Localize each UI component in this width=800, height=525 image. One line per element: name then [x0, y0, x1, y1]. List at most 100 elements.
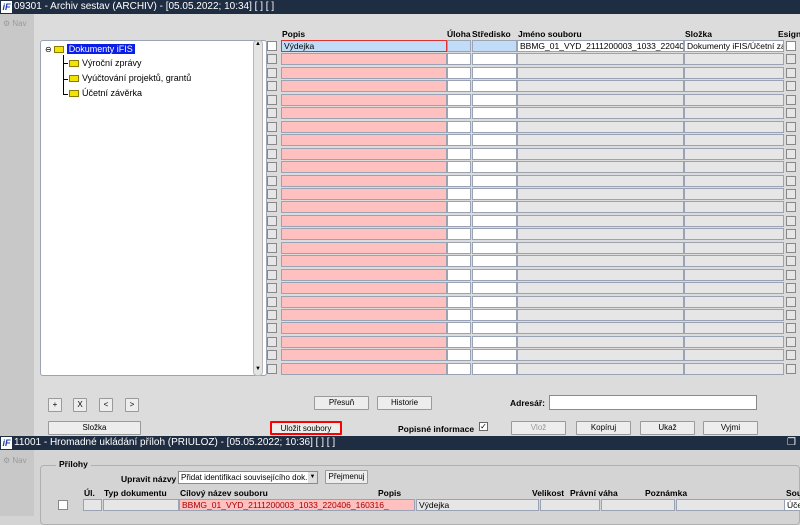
stredisko-cell[interactable]: [472, 174, 517, 187]
row-checkbox[interactable]: [267, 283, 277, 294]
row-checkbox[interactable]: [267, 296, 277, 307]
prejmenuj-button[interactable]: Přejmenuj: [325, 470, 368, 484]
priloha-row[interactable]: BBMG_01_VYD_2111200003_1033_220406_16031…: [46, 499, 800, 513]
slozka-cell[interactable]: [684, 214, 784, 227]
slozka-cell[interactable]: [684, 201, 784, 214]
jmeno-cell[interactable]: [517, 228, 684, 241]
jmeno-cell[interactable]: [517, 268, 684, 281]
presun-button[interactable]: Přesuň: [314, 396, 369, 410]
popis-cell[interactable]: [281, 349, 447, 362]
row-checkbox[interactable]: [267, 121, 277, 132]
stredisko-cell[interactable]: [472, 147, 517, 160]
stredisko-cell[interactable]: [472, 134, 517, 147]
esign-checkbox[interactable]: [786, 81, 796, 92]
slozka-cell[interactable]: [684, 120, 784, 133]
tree-item[interactable]: Výroční zprávy: [69, 58, 142, 68]
uloha-cell[interactable]: [447, 309, 471, 321]
uloha-cell[interactable]: [447, 295, 471, 308]
row-checkbox[interactable]: [267, 108, 277, 119]
adresar-input[interactable]: [549, 395, 757, 410]
table-row[interactable]: [265, 161, 800, 174]
uloha-cell[interactable]: [447, 228, 471, 241]
stredisko-cell[interactable]: [472, 255, 517, 268]
ulozit-soubory-button[interactable]: Uložit soubory: [270, 421, 342, 435]
row-checkbox[interactable]: [267, 67, 277, 78]
esign-checkbox[interactable]: [786, 162, 796, 173]
uloha-cell[interactable]: [447, 80, 471, 93]
cilovy-cell[interactable]: BBMG_01_VYD_2111200003_1033_220406_16031…: [179, 499, 415, 511]
uloha-cell[interactable]: [447, 349, 471, 362]
row-checkbox[interactable]: [267, 336, 277, 347]
uloha-cell[interactable]: [447, 268, 471, 281]
row-checkbox[interactable]: [267, 175, 277, 186]
table-row[interactable]: [265, 335, 800, 349]
row-checkbox[interactable]: [267, 148, 277, 159]
jmeno-cell[interactable]: [517, 335, 684, 348]
uloha-cell[interactable]: [447, 66, 471, 79]
jmeno-cell[interactable]: [517, 282, 684, 295]
kopiruj-button[interactable]: Kopíruj: [576, 421, 631, 435]
chevron-down-icon[interactable]: ▼: [308, 472, 317, 483]
stredisko-cell[interactable]: [472, 241, 517, 254]
jmeno-cell[interactable]: [517, 161, 684, 174]
stredisko-cell[interactable]: [472, 309, 517, 321]
stredisko-cell[interactable]: [472, 362, 517, 375]
table-row[interactable]: [265, 187, 800, 201]
stredisko-cell[interactable]: [472, 53, 517, 66]
tree-item[interactable]: Účetní závěrka: [69, 88, 142, 98]
row-checkbox[interactable]: [267, 94, 277, 105]
slozka-cell[interactable]: [684, 295, 784, 308]
popis-cell[interactable]: [281, 161, 447, 174]
table-row[interactable]: [265, 295, 800, 309]
uloha-cell[interactable]: [447, 322, 471, 335]
row-checkbox[interactable]: [267, 350, 277, 361]
uloha-cell[interactable]: [447, 214, 471, 227]
popis-cell[interactable]: [281, 322, 447, 335]
popis-cell[interactable]: [281, 268, 447, 281]
table-row[interactable]: [265, 241, 800, 255]
esign-checkbox[interactable]: [786, 67, 796, 78]
row-checkbox[interactable]: [267, 81, 277, 92]
uloha-cell[interactable]: [447, 201, 471, 214]
popis-cell[interactable]: [281, 362, 447, 375]
esign-checkbox[interactable]: [786, 363, 796, 374]
restore-icon[interactable]: ❐: [787, 436, 796, 450]
row-checkbox[interactable]: [267, 323, 277, 334]
uloha-cell[interactable]: [447, 53, 471, 66]
row-checkbox[interactable]: [267, 135, 277, 146]
popis-cell[interactable]: [281, 147, 447, 160]
table-row[interactable]: [265, 80, 800, 93]
esign-checkbox[interactable]: [786, 229, 796, 240]
popis-cell[interactable]: [281, 255, 447, 268]
esign-checkbox[interactable]: [786, 269, 796, 280]
slozka-cell[interactable]: [684, 107, 784, 120]
jmeno-cell[interactable]: [517, 255, 684, 268]
popis-cell[interactable]: [281, 214, 447, 227]
row-checkbox[interactable]: [267, 310, 277, 320]
jmeno-cell[interactable]: [517, 187, 684, 200]
jmeno-cell[interactable]: BBMG_01_VYD_2111200003_1033_220406_16031…: [517, 40, 684, 52]
table-row[interactable]: [265, 255, 800, 268]
stredisko-cell[interactable]: [472, 40, 517, 52]
stredisko-cell[interactable]: [472, 295, 517, 308]
uloha-cell[interactable]: [447, 187, 471, 200]
esign-checkbox[interactable]: [786, 350, 796, 361]
table-row[interactable]: [265, 53, 800, 66]
esign-checkbox[interactable]: [786, 188, 796, 199]
stredisko-cell[interactable]: [472, 282, 517, 295]
stredisko-cell[interactable]: [472, 93, 517, 106]
popis-cell[interactable]: Výdejka: [416, 499, 539, 511]
slozka-cell[interactable]: [684, 80, 784, 93]
slozka-cell[interactable]: [684, 241, 784, 254]
popis-cell[interactable]: [281, 295, 447, 308]
slozka-cell[interactable]: [684, 147, 784, 160]
row-checkbox[interactable]: [267, 162, 277, 173]
popisne-checkbox[interactable]: ✓: [479, 422, 488, 431]
stredisko-cell[interactable]: [472, 268, 517, 281]
esign-checkbox[interactable]: [786, 108, 796, 119]
slozka-cell[interactable]: [684, 322, 784, 335]
jmeno-cell[interactable]: [517, 201, 684, 214]
upravit-select[interactable]: Přidat identifikaci souvisejícího dok...…: [178, 471, 318, 484]
stredisko-cell[interactable]: [472, 228, 517, 241]
slozka-cell[interactable]: [684, 349, 784, 362]
